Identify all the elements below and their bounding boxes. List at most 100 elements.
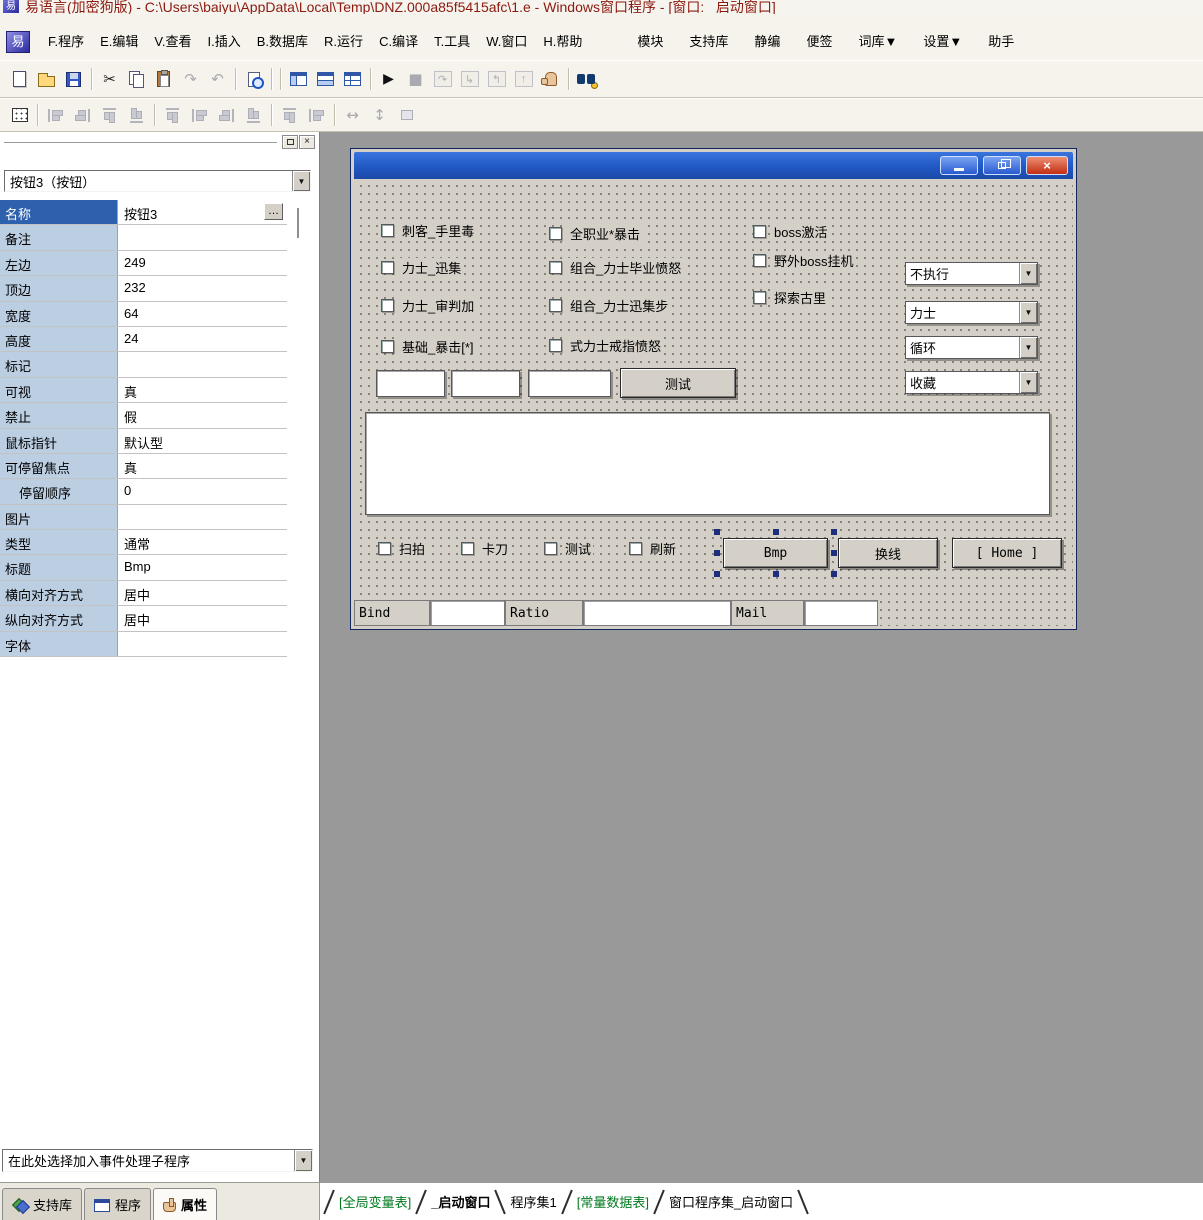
- form-combobox[interactable]: 力士 ▼: [905, 301, 1038, 324]
- switch-line-button[interactable]: 换线: [838, 538, 938, 568]
- horizontal-spacing-button[interactable]: [276, 102, 303, 129]
- form-checkbox[interactable]: boss激活: [753, 224, 829, 239]
- chevron-down-icon[interactable]: ▼: [292, 171, 310, 191]
- property-row[interactable]: 图片: [0, 505, 287, 530]
- form-checkbox[interactable]: 野外boss挂机: [753, 253, 855, 268]
- menu-dictionary[interactable]: 词库▼: [845, 28, 910, 53]
- property-value[interactable]: 232: [118, 276, 287, 300]
- layout-bottom-pane-button[interactable]: [312, 66, 339, 93]
- property-row[interactable]: 备注: [0, 225, 287, 250]
- run-button[interactable]: ▶: [375, 66, 402, 93]
- menu-database[interactable]: B.数据库: [249, 28, 316, 53]
- center-horizontal-button[interactable]: [159, 102, 186, 129]
- tab-global-variables[interactable]: [全局变量表]: [330, 1192, 420, 1211]
- resize-handle[interactable]: [831, 550, 837, 556]
- resize-handle[interactable]: [831, 571, 837, 577]
- property-value[interactable]: [118, 225, 287, 249]
- run-to-cursor-button[interactable]: ↑: [510, 66, 537, 93]
- form-combobox[interactable]: 收藏 ▼: [905, 371, 1038, 394]
- chevron-down-icon[interactable]: ▼: [1019, 372, 1037, 393]
- menu-static-compile[interactable]: 静编: [741, 28, 793, 53]
- form-edit[interactable]: [376, 370, 445, 397]
- property-row[interactable]: 左边 249: [0, 251, 287, 276]
- fit-both-button[interactable]: [393, 102, 420, 129]
- save-button[interactable]: [60, 66, 87, 93]
- menu-compile[interactable]: C.编译: [371, 28, 426, 53]
- form-grid-button[interactable]: [6, 102, 33, 129]
- vertical-spacing-button[interactable]: [303, 102, 330, 129]
- property-value[interactable]: 通常: [118, 530, 287, 554]
- property-value[interactable]: 居中: [118, 581, 287, 605]
- app-menu-logo-icon[interactable]: 易: [6, 31, 30, 53]
- test-button[interactable]: 测试: [620, 368, 736, 398]
- tab-program[interactable]: 程序: [84, 1188, 151, 1220]
- form-checkbox[interactable]: 组合_力士毕业愤怒: [549, 260, 683, 275]
- form-checkbox[interactable]: 式力士戒指愤怒: [549, 338, 663, 353]
- chevron-down-icon[interactable]: ▼: [1019, 337, 1037, 358]
- property-value[interactable]: [118, 352, 287, 376]
- align-right-button[interactable]: [69, 102, 96, 129]
- layout-grid-button[interactable]: [339, 66, 366, 93]
- status-edit[interactable]: [583, 600, 731, 626]
- property-row[interactable]: 禁止 假: [0, 403, 287, 428]
- form-checkbox[interactable]: 扫拍: [378, 541, 427, 556]
- property-value[interactable]: Bmp: [118, 555, 287, 579]
- panel-close-button[interactable]: ×: [299, 135, 315, 149]
- ellipsis-button[interactable]: …: [264, 203, 283, 220]
- form-output-box[interactable]: [365, 412, 1050, 515]
- menu-assistant[interactable]: 助手: [975, 28, 1027, 53]
- property-row[interactable]: 鼠标指针 默认型: [0, 429, 287, 454]
- property-row[interactable]: 类型 通常: [0, 530, 287, 555]
- menu-window[interactable]: W.窗口: [478, 28, 535, 53]
- menu-settings[interactable]: 设置▼: [910, 28, 975, 53]
- find-button[interactable]: [240, 66, 267, 93]
- form-combobox[interactable]: 不执行 ▼: [905, 262, 1038, 285]
- form-checkbox[interactable]: 组合_力士迅集步: [549, 298, 670, 313]
- menu-module[interactable]: 模块: [624, 28, 676, 53]
- form-edit[interactable]: [451, 370, 520, 397]
- step-into-button[interactable]: ↳: [456, 66, 483, 93]
- menu-tools[interactable]: T.工具: [426, 28, 478, 53]
- form-checkbox[interactable]: 探索古里: [753, 290, 828, 305]
- form-checkbox[interactable]: 力士_迅集: [381, 260, 463, 275]
- property-value[interactable]: 居中: [118, 606, 287, 630]
- tab-constant-table[interactable]: [常量数据表]: [568, 1192, 658, 1211]
- tab-properties[interactable]: 属性: [153, 1188, 217, 1220]
- property-row[interactable]: 名称 按钮3 …: [0, 200, 287, 225]
- property-row[interactable]: 宽度 64: [0, 302, 287, 327]
- same-width-button[interactable]: [213, 102, 240, 129]
- form-combobox[interactable]: 循环 ▼: [905, 336, 1038, 359]
- form-checkbox[interactable]: 基础_暴击[*]: [381, 339, 476, 354]
- property-row[interactable]: 高度 24: [0, 327, 287, 352]
- property-row[interactable]: 纵向对齐方式 居中: [0, 606, 287, 631]
- property-row[interactable]: 标题 Bmp: [0, 555, 287, 580]
- property-value[interactable]: 0: [118, 479, 287, 503]
- stop-button[interactable]: ■: [402, 66, 429, 93]
- cut-button[interactable]: ✂: [96, 66, 123, 93]
- open-file-button[interactable]: [33, 66, 60, 93]
- fit-height-button[interactable]: ↕: [366, 102, 393, 129]
- menu-edit[interactable]: E.编辑: [92, 28, 146, 53]
- property-value[interactable]: 按钮3 …: [118, 200, 287, 224]
- object-selector-combobox[interactable]: 按钮3（按钮） ▼: [4, 170, 311, 192]
- chevron-down-icon[interactable]: ▼: [1019, 302, 1037, 323]
- property-value[interactable]: 假: [118, 403, 287, 427]
- property-value[interactable]: 64: [118, 302, 287, 326]
- form-checkbox[interactable]: 卡刀: [461, 541, 510, 556]
- resize-handle[interactable]: [773, 571, 779, 577]
- property-value[interactable]: 真: [118, 454, 287, 478]
- step-over-button[interactable]: ↷: [429, 66, 456, 93]
- find-in-files-button[interactable]: [573, 66, 600, 93]
- copy-button[interactable]: [123, 66, 150, 93]
- resize-handle[interactable]: [714, 529, 720, 535]
- property-value[interactable]: 249: [118, 251, 287, 275]
- property-value[interactable]: [118, 632, 287, 656]
- property-row[interactable]: 可停留焦点 真: [0, 454, 287, 479]
- property-value[interactable]: [118, 505, 287, 529]
- property-value[interactable]: 24: [118, 327, 287, 351]
- property-value[interactable]: 真: [118, 378, 287, 402]
- status-edit[interactable]: [804, 600, 878, 626]
- form-checkbox[interactable]: 测试: [544, 541, 593, 556]
- redo-button[interactable]: ↷: [177, 66, 204, 93]
- property-row[interactable]: 顶边 232: [0, 276, 287, 301]
